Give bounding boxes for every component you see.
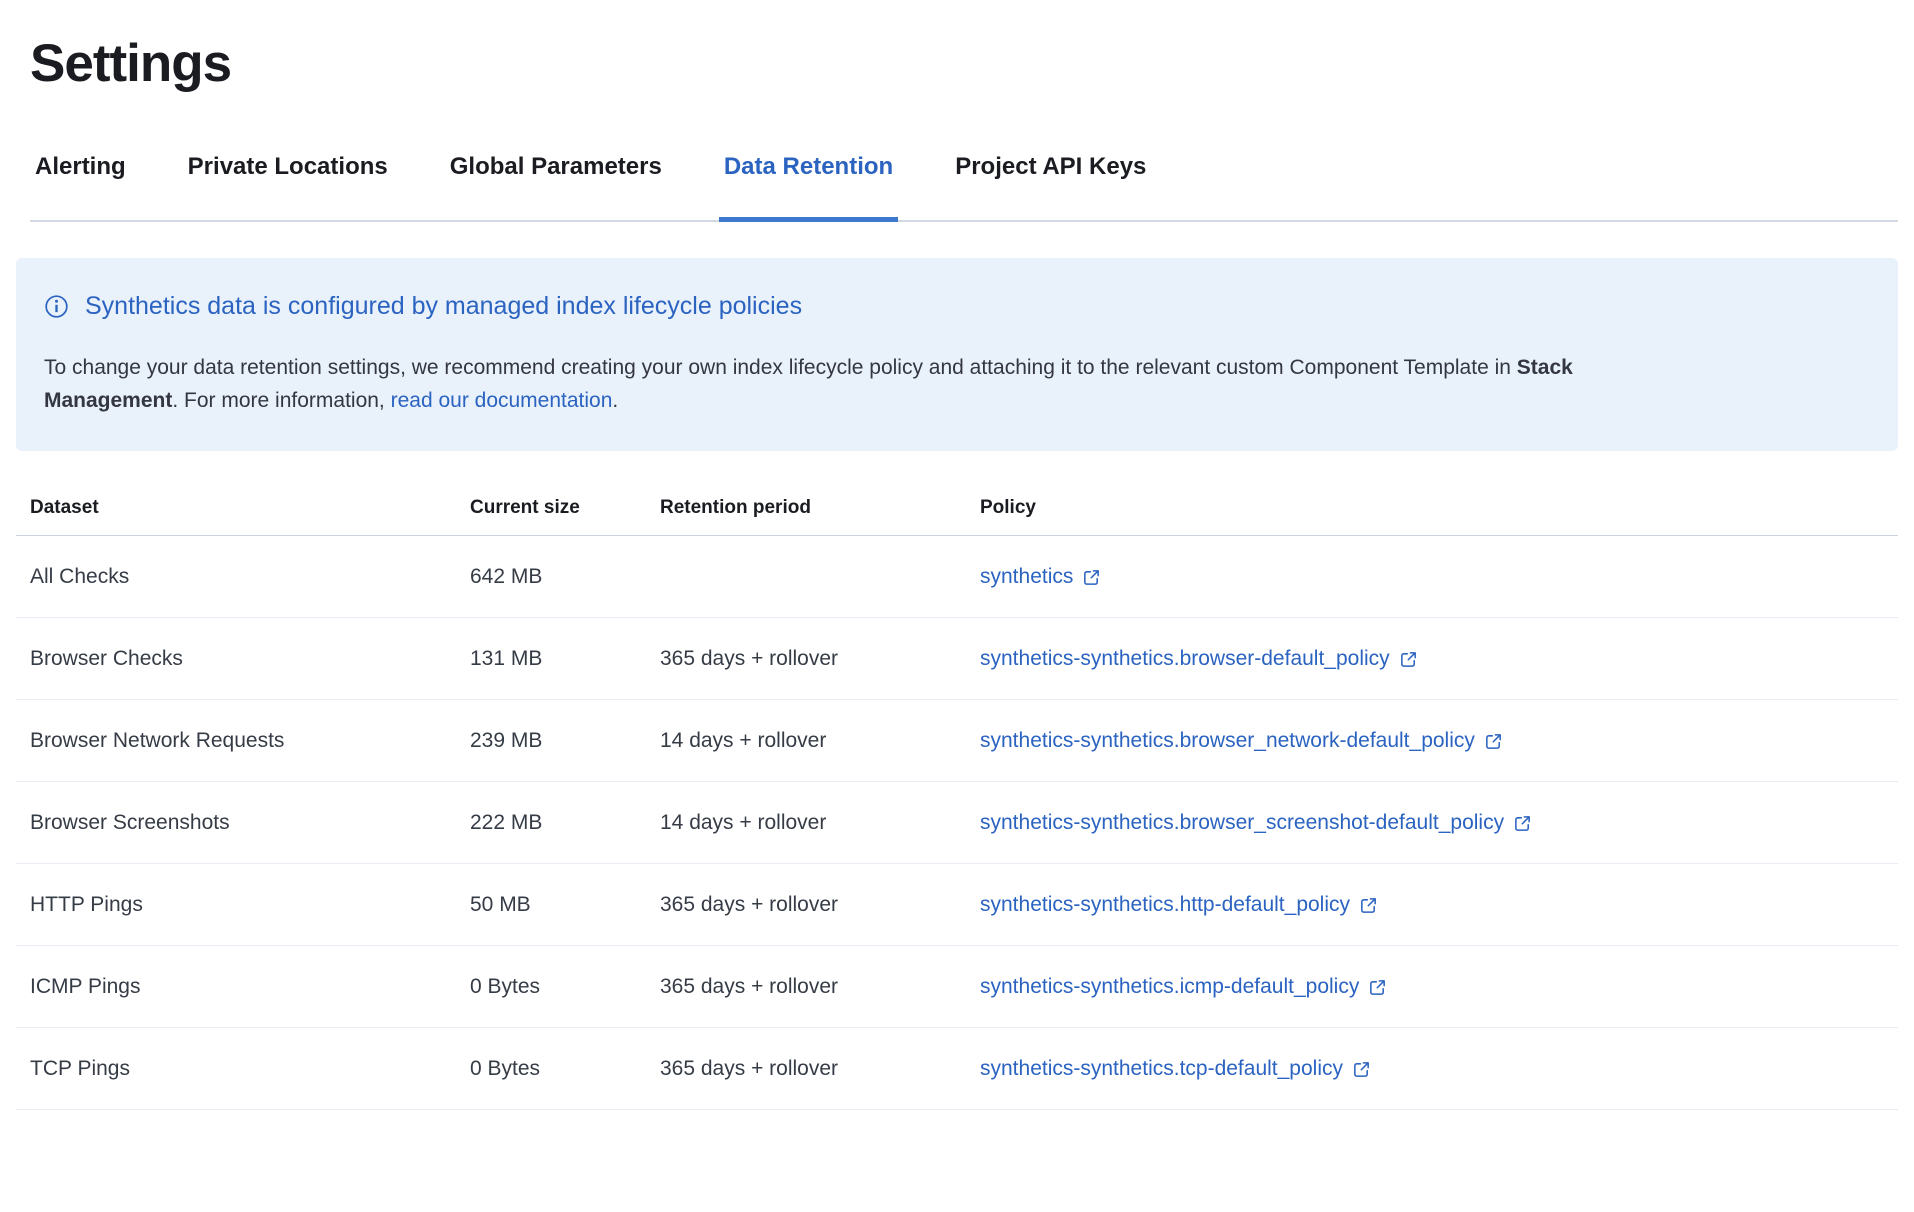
policy-link-label: synthetics-synthetics.browser-default_po… (980, 647, 1390, 671)
policy-link-label: synthetics-synthetics.browser_network-de… (980, 729, 1475, 753)
retention-period-cell: 14 days + rollover (646, 729, 966, 753)
policy-cell: synthetics-synthetics.browser_network-de… (966, 729, 1898, 753)
current-size-cell: 239 MB (456, 729, 646, 753)
external-link-icon (1359, 896, 1378, 915)
dataset-cell: All Checks (16, 565, 456, 589)
policy-link-label: synthetics-synthetics.icmp-default_polic… (980, 975, 1359, 999)
tab-global-parameters[interactable]: Global Parameters (445, 152, 667, 220)
tab-label: Project API Keys (955, 153, 1146, 180)
callout-title-row: Synthetics data is configured by managed… (44, 291, 1870, 321)
retention-table: Dataset Current size Retention period Po… (16, 479, 1898, 1110)
policy-link[interactable]: synthetics-synthetics.browser-default_po… (980, 647, 1418, 671)
external-link-icon (1484, 732, 1503, 751)
current-size-cell: 642 MB (456, 565, 646, 589)
dataset-cell: TCP Pings (16, 1057, 456, 1081)
policy-link[interactable]: synthetics-synthetics.browser_network-de… (980, 729, 1503, 753)
policy-link[interactable]: synthetics-synthetics.tcp-default_policy (980, 1057, 1371, 1081)
external-link-icon (1082, 568, 1101, 587)
table-row: ICMP Pings 0 Bytes 365 days + rollover s… (16, 946, 1898, 1028)
policy-link-label: synthetics-synthetics.http-default_polic… (980, 893, 1350, 917)
external-link-icon (1352, 1060, 1371, 1079)
policy-link[interactable]: synthetics-synthetics.http-default_polic… (980, 893, 1378, 917)
callout-body-text-3: . (612, 389, 618, 412)
table-row: TCP Pings 0 Bytes 365 days + rollover sy… (16, 1028, 1898, 1110)
callout-body-text-1: To change your data retention settings, … (44, 356, 1517, 379)
retention-period-cell: 365 days + rollover (646, 647, 966, 671)
policy-link-label: synthetics (980, 565, 1073, 589)
header-retention-period: Retention period (646, 479, 966, 535)
policy-link[interactable]: synthetics-synthetics.browser_screenshot… (980, 811, 1532, 835)
policy-link[interactable]: synthetics (980, 565, 1101, 589)
table-body: All Checks 642 MB synthetics Browser Che… (16, 536, 1898, 1110)
current-size-cell: 50 MB (456, 893, 646, 917)
current-size-cell: 222 MB (456, 811, 646, 835)
tab-label: Global Parameters (450, 153, 662, 180)
callout-title: Synthetics data is configured by managed… (85, 291, 802, 321)
external-link-icon (1513, 814, 1532, 833)
documentation-link[interactable]: read our documentation (391, 389, 613, 412)
retention-period-cell: 14 days + rollover (646, 811, 966, 835)
policy-cell: synthetics-synthetics.icmp-default_polic… (966, 975, 1898, 999)
settings-page: Settings Alerting Private Locations Glob… (0, 34, 1914, 1110)
dataset-cell: ICMP Pings (16, 975, 456, 999)
tab-label: Data Retention (724, 153, 893, 180)
tab-data-retention[interactable]: Data Retention (719, 152, 898, 220)
callout-body: To change your data retention settings, … (44, 351, 1604, 417)
tab-alerting[interactable]: Alerting (30, 152, 131, 220)
policy-link-label: synthetics-synthetics.browser_screenshot… (980, 811, 1504, 835)
tab-list: Alerting Private Locations Global Parame… (30, 152, 1898, 222)
header-policy: Policy (966, 479, 1898, 535)
table-header: Dataset Current size Retention period Po… (16, 479, 1898, 536)
policy-link-label: synthetics-synthetics.tcp-default_policy (980, 1057, 1343, 1081)
policy-cell: synthetics-synthetics.browser-default_po… (966, 647, 1898, 671)
policy-cell: synthetics (966, 565, 1898, 589)
header-current-size: Current size (456, 479, 646, 535)
policy-cell: synthetics-synthetics.browser_screenshot… (966, 811, 1898, 835)
table-row: Browser Checks 131 MB 365 days + rollove… (16, 618, 1898, 700)
tab-label: Alerting (35, 153, 126, 180)
table-row: HTTP Pings 50 MB 365 days + rollover syn… (16, 864, 1898, 946)
dataset-cell: HTTP Pings (16, 893, 456, 917)
dataset-cell: Browser Checks (16, 647, 456, 671)
info-icon (44, 294, 69, 319)
retention-period-cell: 365 days + rollover (646, 975, 966, 999)
retention-period-cell: 365 days + rollover (646, 893, 966, 917)
policy-cell: synthetics-synthetics.tcp-default_policy (966, 1057, 1898, 1081)
table-row: Browser Screenshots 222 MB 14 days + rol… (16, 782, 1898, 864)
ilm-callout: Synthetics data is configured by managed… (16, 258, 1898, 451)
table-row: All Checks 642 MB synthetics (16, 536, 1898, 618)
retention-period-cell: 365 days + rollover (646, 1057, 966, 1081)
callout-body-text-2: . For more information, (172, 389, 390, 412)
current-size-cell: 0 Bytes (456, 1057, 646, 1081)
external-link-icon (1368, 978, 1387, 997)
table-row: Browser Network Requests 239 MB 14 days … (16, 700, 1898, 782)
current-size-cell: 131 MB (456, 647, 646, 671)
tab-project-api-keys[interactable]: Project API Keys (950, 152, 1151, 220)
dataset-cell: Browser Screenshots (16, 811, 456, 835)
policy-link[interactable]: synthetics-synthetics.icmp-default_polic… (980, 975, 1387, 999)
external-link-icon (1399, 650, 1418, 669)
page-title: Settings (30, 34, 1898, 94)
dataset-cell: Browser Network Requests (16, 729, 456, 753)
tab-label: Private Locations (188, 153, 388, 180)
header-dataset: Dataset (16, 479, 456, 535)
policy-cell: synthetics-synthetics.http-default_polic… (966, 893, 1898, 917)
current-size-cell: 0 Bytes (456, 975, 646, 999)
tab-private-locations[interactable]: Private Locations (183, 152, 393, 220)
